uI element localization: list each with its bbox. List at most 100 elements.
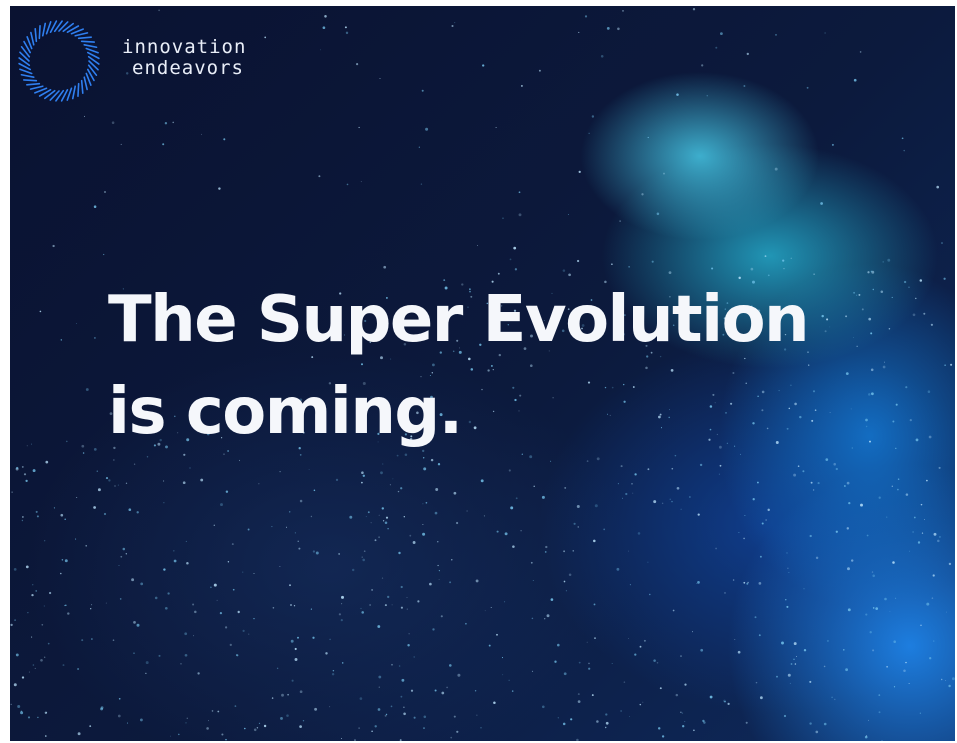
star-dot (362, 558, 365, 562)
brand-lockup[interactable]: innovation endeavors (18, 20, 246, 102)
star-dot (117, 714, 121, 718)
star-dot (542, 705, 545, 709)
star-dot (413, 716, 416, 719)
star-dot (387, 528, 389, 530)
star-dot (133, 652, 135, 654)
star-dot (133, 621, 136, 624)
star-dot (616, 567, 620, 571)
star-dot (647, 561, 649, 563)
star-dot (298, 547, 301, 550)
star-dot (643, 639, 646, 642)
star-dot (803, 588, 805, 590)
star-dot (891, 296, 893, 298)
star-dot (385, 516, 389, 519)
star-dot (743, 581, 746, 584)
star-dot (872, 649, 875, 652)
star-dot (313, 489, 316, 492)
star-dot (451, 559, 453, 561)
star-dot (167, 592, 170, 595)
star-dot (820, 202, 823, 205)
star-dot (720, 32, 723, 35)
star-dot (759, 696, 763, 700)
star-dot (946, 611, 947, 613)
star-dot (811, 419, 814, 422)
star-dot (815, 556, 819, 560)
star-dot (93, 336, 96, 339)
star-dot (429, 582, 432, 586)
star-dot (938, 466, 941, 469)
star-dot (680, 508, 682, 510)
star-dot (829, 326, 831, 328)
star-dot (821, 314, 824, 318)
star-dot (588, 662, 590, 665)
star-dot (782, 259, 785, 262)
star-dot (448, 664, 452, 667)
star-dot (926, 479, 928, 482)
star-dot (826, 318, 829, 321)
star-dot (271, 697, 274, 699)
star-dot (256, 727, 259, 729)
star-dot (60, 572, 62, 575)
star-dot (213, 583, 217, 587)
star-dot (117, 484, 119, 486)
star-dot (361, 471, 364, 474)
star-dot (474, 690, 477, 692)
star-dot (576, 259, 580, 263)
star-dot (550, 460, 552, 462)
star-dot (794, 663, 797, 665)
star-dot (39, 310, 42, 313)
star-dot (435, 488, 439, 491)
star-dot (856, 345, 858, 347)
star-dot (35, 510, 38, 513)
star-dot (812, 390, 816, 393)
star-dot (920, 503, 923, 506)
star-dot (775, 34, 777, 36)
star-dot (112, 639, 115, 641)
brand-name-line1: innovation (122, 36, 247, 58)
star-dot (711, 267, 714, 270)
star-dot (513, 246, 517, 250)
star-dot (676, 486, 680, 490)
star-dot (870, 332, 873, 335)
star-dot (853, 78, 857, 82)
star-dot (225, 490, 229, 493)
hero-headline: The Super Evolution is coming. (108, 274, 810, 458)
star-dot (912, 531, 914, 533)
star-dot (878, 694, 881, 696)
star-dot (932, 574, 935, 577)
star-dot (921, 532, 924, 534)
star-dot (194, 610, 197, 614)
star-dot (809, 722, 812, 725)
star-dot (378, 514, 380, 516)
star-dot (315, 551, 319, 555)
star-dot (437, 564, 439, 567)
star-dot (689, 496, 691, 498)
star-dot (917, 541, 921, 544)
star-dot (627, 637, 629, 639)
star-dot (596, 720, 599, 723)
star-dot (456, 521, 459, 525)
star-dot (496, 530, 499, 533)
star-dot (10, 623, 13, 627)
star-dot (329, 706, 331, 708)
star-dot (550, 598, 554, 601)
star-dot (103, 253, 105, 256)
star-dot (557, 717, 559, 719)
star-dot (697, 513, 700, 516)
star-dot (164, 122, 168, 125)
star-dot (64, 518, 66, 521)
star-dot (297, 636, 299, 639)
hero-headline-line2: is coming. (108, 375, 463, 449)
star-dot (432, 628, 435, 631)
star-dot (488, 644, 491, 647)
star-dot (734, 638, 736, 640)
star-dot (182, 481, 186, 485)
logo-stroke (22, 79, 38, 82)
logo-stroke (71, 85, 77, 100)
star-dot (423, 467, 427, 471)
star-dot (225, 738, 227, 741)
star-dot (406, 597, 408, 598)
star-dot (279, 470, 281, 473)
star-dot (378, 675, 382, 679)
star-dot (320, 49, 321, 51)
